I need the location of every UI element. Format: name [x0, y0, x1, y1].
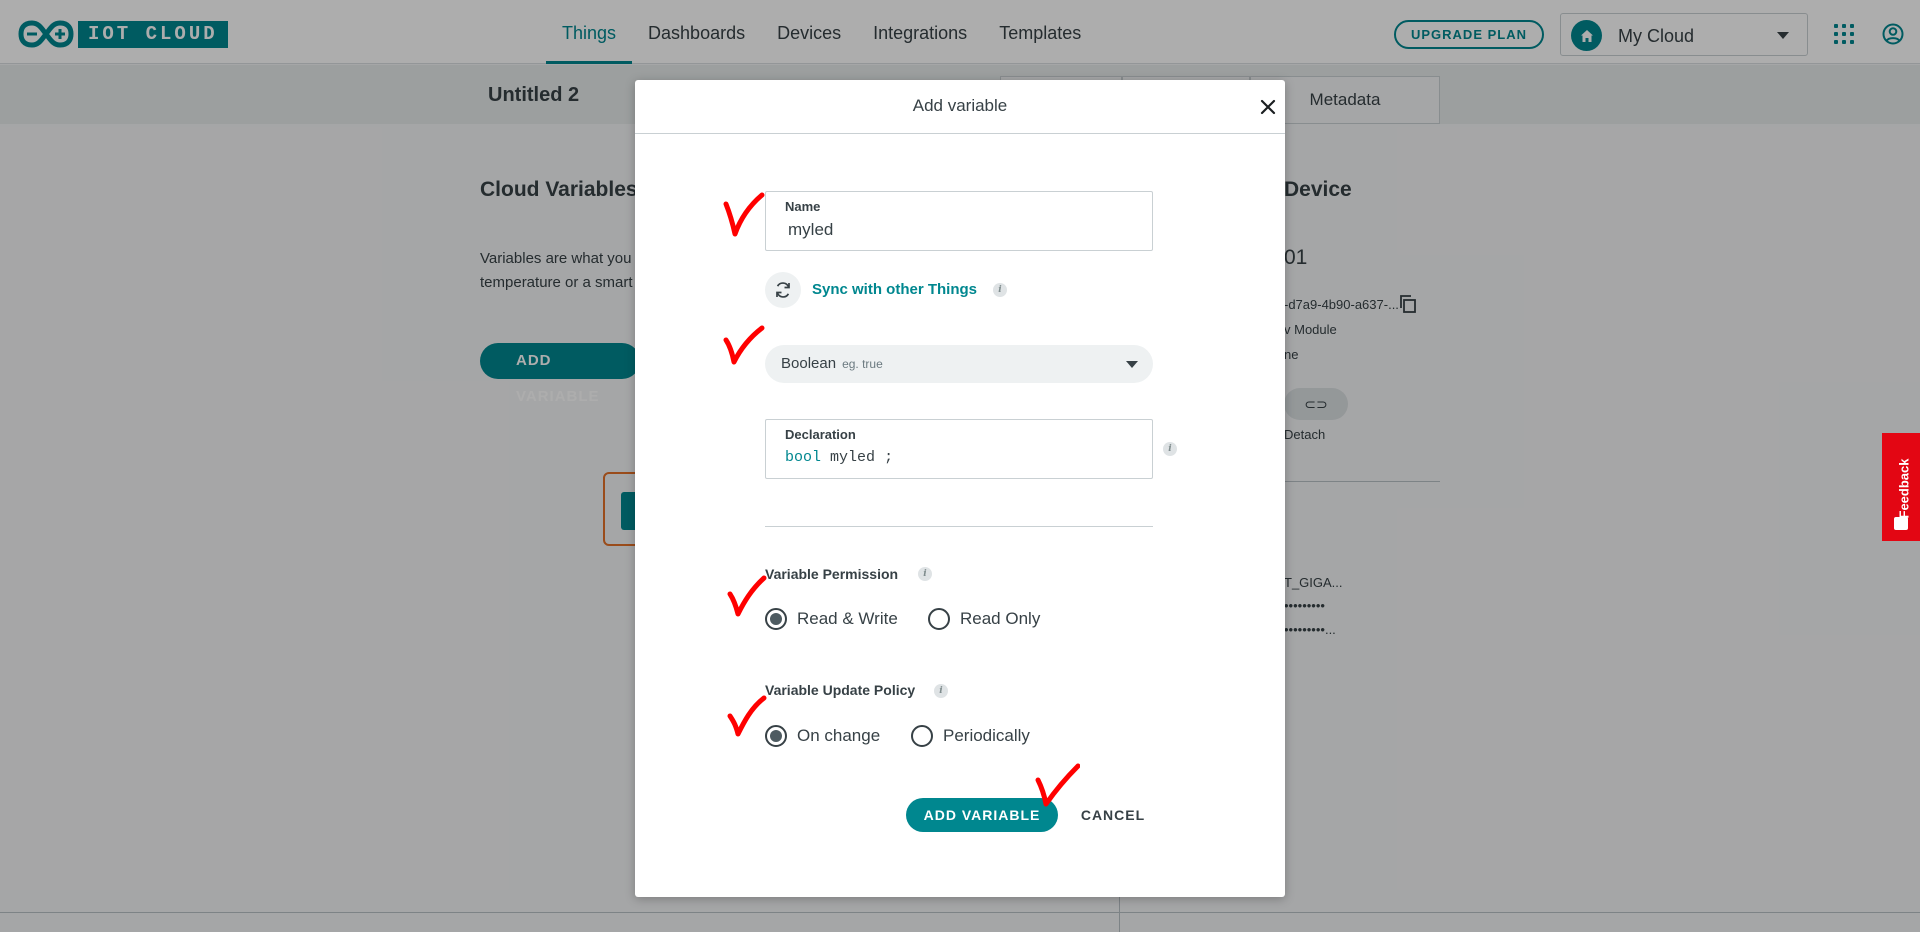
radio-button-unchecked[interactable]: [928, 608, 950, 630]
sync-info-icon[interactable]: i: [993, 283, 1007, 297]
radio-read-write-label: Read & Write: [797, 609, 898, 628]
declaration-field[interactable]: Declaration bool myled ;: [765, 419, 1153, 479]
variable-type-select[interactable]: Boolean eg. true: [765, 345, 1153, 383]
feedback-label: Feedback: [1896, 458, 1912, 519]
variable-type-value: Boolean eg. true: [781, 355, 883, 372]
sync-button[interactable]: [765, 272, 801, 308]
radio-periodically[interactable]: Periodically: [911, 725, 1030, 747]
dialog-divider: [765, 526, 1153, 527]
radio-button-unchecked[interactable]: [911, 725, 933, 747]
declaration-label: Declaration: [785, 427, 856, 442]
permission-info-icon[interactable]: i: [918, 567, 932, 581]
name-input[interactable]: myled: [788, 220, 833, 240]
dialog-title: Add variable: [912, 96, 1008, 115]
variable-type-hint: eg. true: [842, 357, 883, 371]
radio-on-change-label: On change: [797, 726, 881, 745]
variable-update-policy-label: Variable Update Policy: [765, 682, 916, 698]
radio-periodically-label: Periodically: [943, 726, 1030, 745]
dialog-header: Add variable: [635, 80, 1285, 134]
radio-read-only[interactable]: Read Only: [928, 608, 1040, 630]
declaration-code: bool myled ;: [785, 449, 894, 466]
feedback-tab[interactable]: Feedback: [1882, 433, 1920, 541]
sync-with-other-things-link[interactable]: Sync with other Things: [812, 281, 977, 298]
policy-info-icon[interactable]: i: [934, 684, 948, 698]
add-variable-dialog: Add variable Name myled Sync with other …: [635, 80, 1285, 897]
radio-button-checked[interactable]: [765, 725, 787, 747]
add-variable-button[interactable]: ADD VARIABLE: [906, 798, 1058, 832]
radio-read-only-label: Read Only: [960, 609, 1041, 628]
chevron-down-icon: [1126, 361, 1138, 368]
name-field[interactable]: Name myled: [765, 191, 1153, 251]
name-field-label: Name: [785, 199, 821, 214]
chat-icon: [1894, 517, 1908, 530]
close-icon[interactable]: [1257, 96, 1279, 118]
declaration-info-icon[interactable]: i: [1163, 442, 1177, 456]
variable-permission-label: Variable Permission: [765, 566, 899, 582]
radio-on-change[interactable]: On change: [765, 725, 880, 747]
sync-icon: [776, 282, 790, 298]
radio-button-checked[interactable]: [765, 608, 787, 630]
radio-read-write[interactable]: Read & Write: [765, 608, 898, 630]
cancel-button[interactable]: CANCEL: [1073, 798, 1153, 832]
